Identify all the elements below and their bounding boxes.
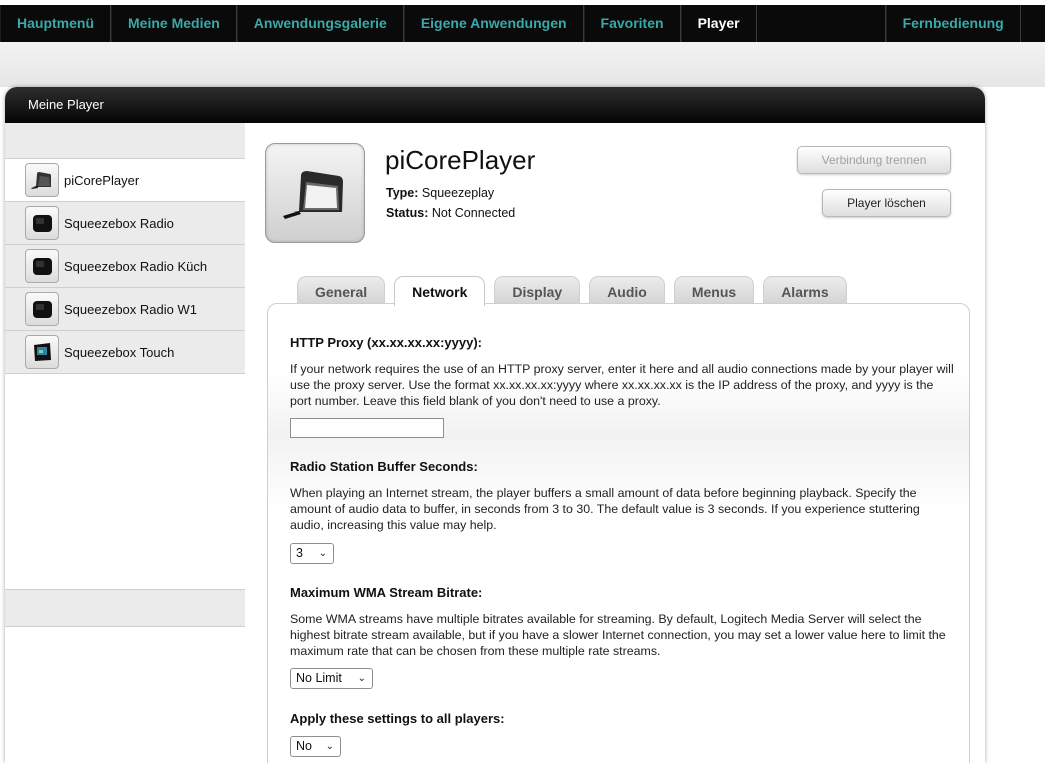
chevron-down-icon: ⌄ [357,673,366,684]
buffer-title: Radio Station Buffer Seconds: [290,459,478,474]
player-list-item-squeezebox-radio[interactable]: Squeezebox Radio [5,202,245,245]
squeezebox-radio-icon [25,292,59,326]
squeezebox-touch-icon [25,335,59,369]
tab-audio[interactable]: Audio [589,276,665,304]
player-panel: Meine Player piCorePlayer Squeezebox Rad… [5,87,985,763]
nav-fernbedienung[interactable]: Fernbedienung [885,5,1021,42]
player-list-label: Squeezebox Radio W1 [64,301,197,317]
buffer-seconds-select[interactable]: 3 ⌄ [290,543,334,564]
buffer-seconds-value: 3 [296,546,303,560]
disconnect-button[interactable]: Verbindung trennen [797,146,951,174]
player-list-item-squeezebox-radio-kuch[interactable]: Squeezebox Radio Küch [5,245,245,288]
top-navigation: Hauptmenü Meine Medien Anwendungsgalerie… [0,5,1045,42]
proxy-description: If your network requires the use of an H… [290,362,954,408]
picoreplayer-icon [25,163,59,197]
squeezebox-radio-icon [25,206,59,240]
tab-network[interactable]: Network [394,276,486,306]
delete-player-button[interactable]: Player löschen [822,189,951,217]
player-list-label: Squeezebox Radio Küch [64,258,208,274]
player-list-header [5,123,245,159]
player-list-label: piCorePlayer [64,172,140,188]
player-type-label: Type: [386,186,419,200]
player-image [265,143,365,243]
nav-hauptmenu[interactable]: Hauptmenü [0,5,111,42]
player-type-value: Squeezeplay [421,186,495,200]
tab-alarms[interactable]: Alarms [763,276,847,304]
player-status-value: Not Connected [431,206,516,220]
apply-all-value: No [296,739,312,753]
player-status-label: Status: [386,206,429,220]
wma-description: Some WMA streams have multiple bitrates … [290,612,946,658]
network-settings: HTTP Proxy (xx.xx.xx.xx:yyyy): If your n… [267,303,970,763]
wma-bitrate-select[interactable]: No Limit ⌄ [290,668,373,689]
nav-eigene-anwendungen[interactable]: Eigene Anwendungen [403,5,584,42]
player-list-label: Squeezebox Radio [64,215,174,231]
nav-spacer [757,5,886,42]
player-type: Type: Squeezeplay [386,186,494,200]
player-status: Status: Not Connected [386,206,515,220]
nav-anwendungsgalerie[interactable]: Anwendungsgalerie [236,5,404,42]
proxy-input[interactable] [290,418,444,438]
player-list-item-squeezebox-radio-w1[interactable]: Squeezebox Radio W1 [5,288,245,331]
player-list-item-picoreplayer[interactable]: piCorePlayer [5,159,245,202]
wma-title: Maximum WMA Stream Bitrate: [290,585,483,600]
wma-bitrate-value: No Limit [296,671,342,685]
player-list-item-squeezebox-touch[interactable]: Squeezebox Touch [5,331,245,374]
player-settings: piCorePlayer Type: Squeezeplay Status: N… [245,123,985,763]
nav-shadow-bar [0,42,1045,87]
chevron-down-icon: ⌄ [325,741,334,752]
settings-tabs: General Network Display Audio Menus Alar… [297,276,856,306]
squeezebox-radio-icon [25,249,59,283]
nav-favoriten[interactable]: Favoriten [583,5,681,42]
nav-meine-medien[interactable]: Meine Medien [111,5,237,42]
panel-title: Meine Player [5,87,985,123]
tab-display[interactable]: Display [494,276,581,304]
player-list-footer [5,589,245,627]
player-name: piCorePlayer [385,145,536,175]
player-list: piCorePlayer Squeezebox Radio Squeezebox… [5,123,245,763]
buffer-description: When playing an Internet stream, the pla… [290,486,920,532]
player-list-label: Squeezebox Touch [64,344,175,360]
apply-all-select[interactable]: No ⌄ [290,736,341,757]
tab-menus[interactable]: Menus [673,276,755,304]
tab-general[interactable]: General [297,276,386,304]
apply-all-title: Apply these settings to all players: [290,711,505,726]
proxy-title: HTTP Proxy (xx.xx.xx.xx:yyyy): [290,335,482,350]
chevron-down-icon: ⌄ [318,548,327,559]
nav-player[interactable]: Player [680,5,757,42]
